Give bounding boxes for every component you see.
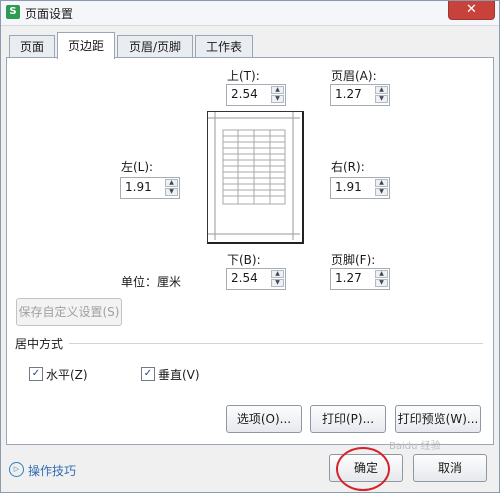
- tips-play-icon[interactable]: ▷: [9, 462, 24, 477]
- operation-tips-link[interactable]: 操作技巧: [28, 462, 76, 479]
- page-setup-dialog: S 页面设置 ✕ 页面 页边距 页眉/页脚 工作表 上(T): 2.54 ▲ ▼ …: [0, 0, 500, 493]
- tab-margins[interactable]: 页边距: [57, 32, 115, 59]
- header-margin-spinner[interactable]: 1.27 ▲ ▼: [330, 84, 390, 106]
- save-custom-settings-button[interactable]: 保存自定义设置(S): [16, 298, 122, 326]
- cancel-button[interactable]: 取消: [413, 454, 487, 482]
- footer-margin-label: 页脚(F):: [331, 253, 376, 267]
- highlight-circle: [336, 447, 390, 491]
- centering-group-title: 居中方式: [15, 337, 64, 351]
- left-margin-spinner[interactable]: 1.91 ▲ ▼: [120, 177, 180, 199]
- bottom-margin-label: 下(B):: [227, 253, 261, 267]
- spin-down-icon[interactable]: ▼: [165, 188, 178, 196]
- vertical-checkbox[interactable]: ✓: [141, 367, 155, 381]
- bottom-margin-spinner[interactable]: 2.54 ▲ ▼: [226, 268, 286, 290]
- spin-down-icon[interactable]: ▼: [271, 279, 284, 287]
- spin-up-icon[interactable]: ▲: [375, 86, 388, 94]
- spin-down-icon[interactable]: ▼: [375, 95, 388, 103]
- tab-header-footer[interactable]: 页眉/页脚: [117, 35, 193, 58]
- horizontal-checkbox-label[interactable]: 水平(Z): [46, 366, 88, 383]
- footer-margin-value[interactable]: 1.27: [335, 271, 362, 285]
- spin-up-icon[interactable]: ▲: [165, 179, 178, 187]
- left-margin-value[interactable]: 1.91: [125, 180, 152, 194]
- spin-down-icon[interactable]: ▼: [271, 95, 284, 103]
- close-button[interactable]: ✕: [448, 1, 495, 20]
- bottom-margin-value[interactable]: 2.54: [231, 271, 258, 285]
- title-bar: S 页面设置 ✕: [1, 1, 499, 26]
- centering-separator: [69, 343, 483, 344]
- header-margin-value[interactable]: 1.27: [335, 87, 362, 101]
- spin-down-icon[interactable]: ▼: [375, 188, 388, 196]
- right-margin-value[interactable]: 1.91: [335, 180, 362, 194]
- watermark: Baidu 经验: [389, 441, 441, 452]
- right-margin-spinner[interactable]: 1.91 ▲ ▼: [330, 177, 390, 199]
- left-margin-label: 左(L):: [121, 160, 154, 174]
- page-preview-grid-icon: [208, 112, 300, 240]
- tab-page[interactable]: 页面: [9, 35, 55, 58]
- spin-up-icon[interactable]: ▲: [271, 270, 284, 278]
- horizontal-checkbox[interactable]: ✓: [29, 367, 43, 381]
- vertical-checkbox-label[interactable]: 垂直(V): [158, 366, 200, 383]
- header-margin-label: 页眉(A):: [331, 69, 377, 83]
- spin-down-icon[interactable]: ▼: [375, 279, 388, 287]
- tab-sheet[interactable]: 工作表: [195, 35, 253, 58]
- right-margin-label: 右(R):: [331, 160, 365, 174]
- window-title: 页面设置: [25, 7, 74, 21]
- unit-label: 单位：厘米: [121, 275, 182, 289]
- page-preview: [207, 111, 304, 244]
- top-margin-spinner[interactable]: 2.54 ▲ ▼: [226, 84, 286, 106]
- wps-app-icon: S: [6, 5, 20, 19]
- print-preview-button[interactable]: 打印预览(W)...: [395, 405, 481, 433]
- spin-up-icon[interactable]: ▲: [375, 179, 388, 187]
- print-button[interactable]: 打印(P)...: [310, 405, 386, 433]
- spin-up-icon[interactable]: ▲: [375, 270, 388, 278]
- top-margin-label: 上(T):: [227, 69, 260, 83]
- options-button[interactable]: 选项(O)...: [226, 405, 302, 433]
- top-margin-value[interactable]: 2.54: [231, 87, 258, 101]
- spin-up-icon[interactable]: ▲: [271, 86, 284, 94]
- footer-margin-spinner[interactable]: 1.27 ▲ ▼: [330, 268, 390, 290]
